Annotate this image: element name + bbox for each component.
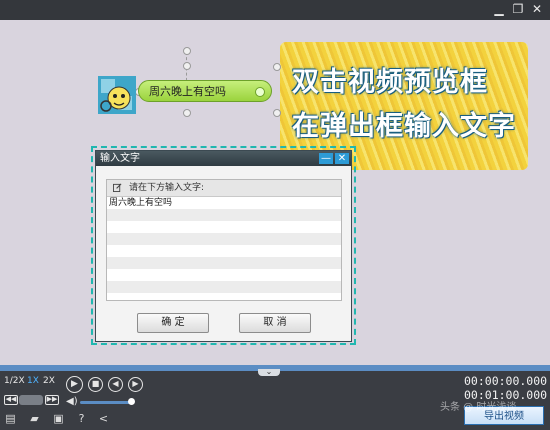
close-icon[interactable]: ✕: [530, 2, 544, 16]
speed-slider[interactable]: [19, 395, 43, 405]
help-icon[interactable]: ?: [75, 412, 88, 425]
title-bar: ▁ ❐ ✕: [0, 0, 550, 20]
speed-half[interactable]: 1/2X: [4, 376, 25, 386]
new-project-icon[interactable]: ▤: [4, 412, 17, 425]
selection-handle[interactable]: [183, 109, 191, 117]
selection-handle[interactable]: [183, 47, 191, 55]
text-row[interactable]: [107, 221, 341, 233]
stop-icon[interactable]: ■: [88, 377, 103, 392]
speed-1x[interactable]: 1X: [27, 376, 39, 386]
text-rows[interactable]: 周六晚上有空吗: [107, 197, 341, 293]
text-row[interactable]: 周六晚上有空吗: [107, 197, 341, 209]
save-icon[interactable]: ▣: [52, 412, 65, 425]
dialog-close-icon[interactable]: ✕: [335, 153, 349, 164]
text-row[interactable]: [107, 245, 341, 257]
current-time: 00:00:00.000: [464, 374, 548, 388]
collapse-chevron-icon[interactable]: ⌄: [258, 368, 280, 376]
banner-line-2: 在弹出框输入文字: [292, 111, 516, 142]
text-row[interactable]: [107, 209, 341, 221]
play-icon[interactable]: ▶: [66, 376, 83, 393]
previous-frame-icon[interactable]: ◀: [108, 377, 123, 392]
text-row[interactable]: [107, 281, 341, 293]
mascot-logo-icon: [98, 76, 136, 114]
next-frame-icon[interactable]: ▶: [128, 377, 143, 392]
share-icon[interactable]: <: [97, 412, 110, 425]
panel-header: 请在下方输入文字:: [107, 180, 341, 197]
minimize-icon[interactable]: ▁: [492, 2, 506, 16]
caption-dot-icon: [255, 87, 265, 97]
text-row[interactable]: [107, 257, 341, 269]
cancel-button[interactable]: 取 消: [239, 313, 311, 333]
rewind-icon[interactable]: ◀◀: [4, 395, 18, 405]
volume-slider[interactable]: [80, 401, 132, 404]
selection-handle[interactable]: [273, 109, 281, 117]
banner-line-1: 双击视频预览框: [292, 67, 488, 98]
panel-prompt: 请在下方输入文字:: [129, 183, 205, 193]
selection-handle[interactable]: [273, 63, 281, 71]
text-row[interactable]: [107, 233, 341, 245]
text-row[interactable]: [107, 269, 341, 281]
dialog-minimize-icon[interactable]: —: [319, 153, 333, 164]
caption-text-box[interactable]: 周六晚上有空吗: [138, 80, 272, 102]
restore-icon[interactable]: ❐: [511, 2, 525, 16]
text-input-panel[interactable]: 请在下方输入文字: 周六晚上有空吗: [106, 179, 342, 301]
edit-icon: [113, 183, 122, 192]
speed-2x[interactable]: 2X: [43, 376, 55, 386]
open-folder-icon[interactable]: ▰: [28, 412, 41, 425]
caption-text: 周六晚上有空吗: [149, 85, 226, 98]
volume-icon[interactable]: ◀): [66, 396, 78, 407]
fast-forward-icon[interactable]: ▶▶: [45, 395, 59, 405]
input-text-dialog: 输入文字 — ✕ 请在下方输入文字: 周六晚上有空吗 确 定 取 消: [95, 150, 352, 342]
volume-knob[interactable]: [128, 398, 135, 405]
watermark-text: 头条 @ 时光浅谈: [440, 402, 517, 413]
ok-button[interactable]: 确 定: [137, 313, 209, 333]
dialog-title: 输入文字: [100, 153, 140, 164]
dialog-title-bar[interactable]: 输入文字 — ✕: [96, 151, 351, 166]
selection-handle[interactable]: [183, 62, 191, 70]
